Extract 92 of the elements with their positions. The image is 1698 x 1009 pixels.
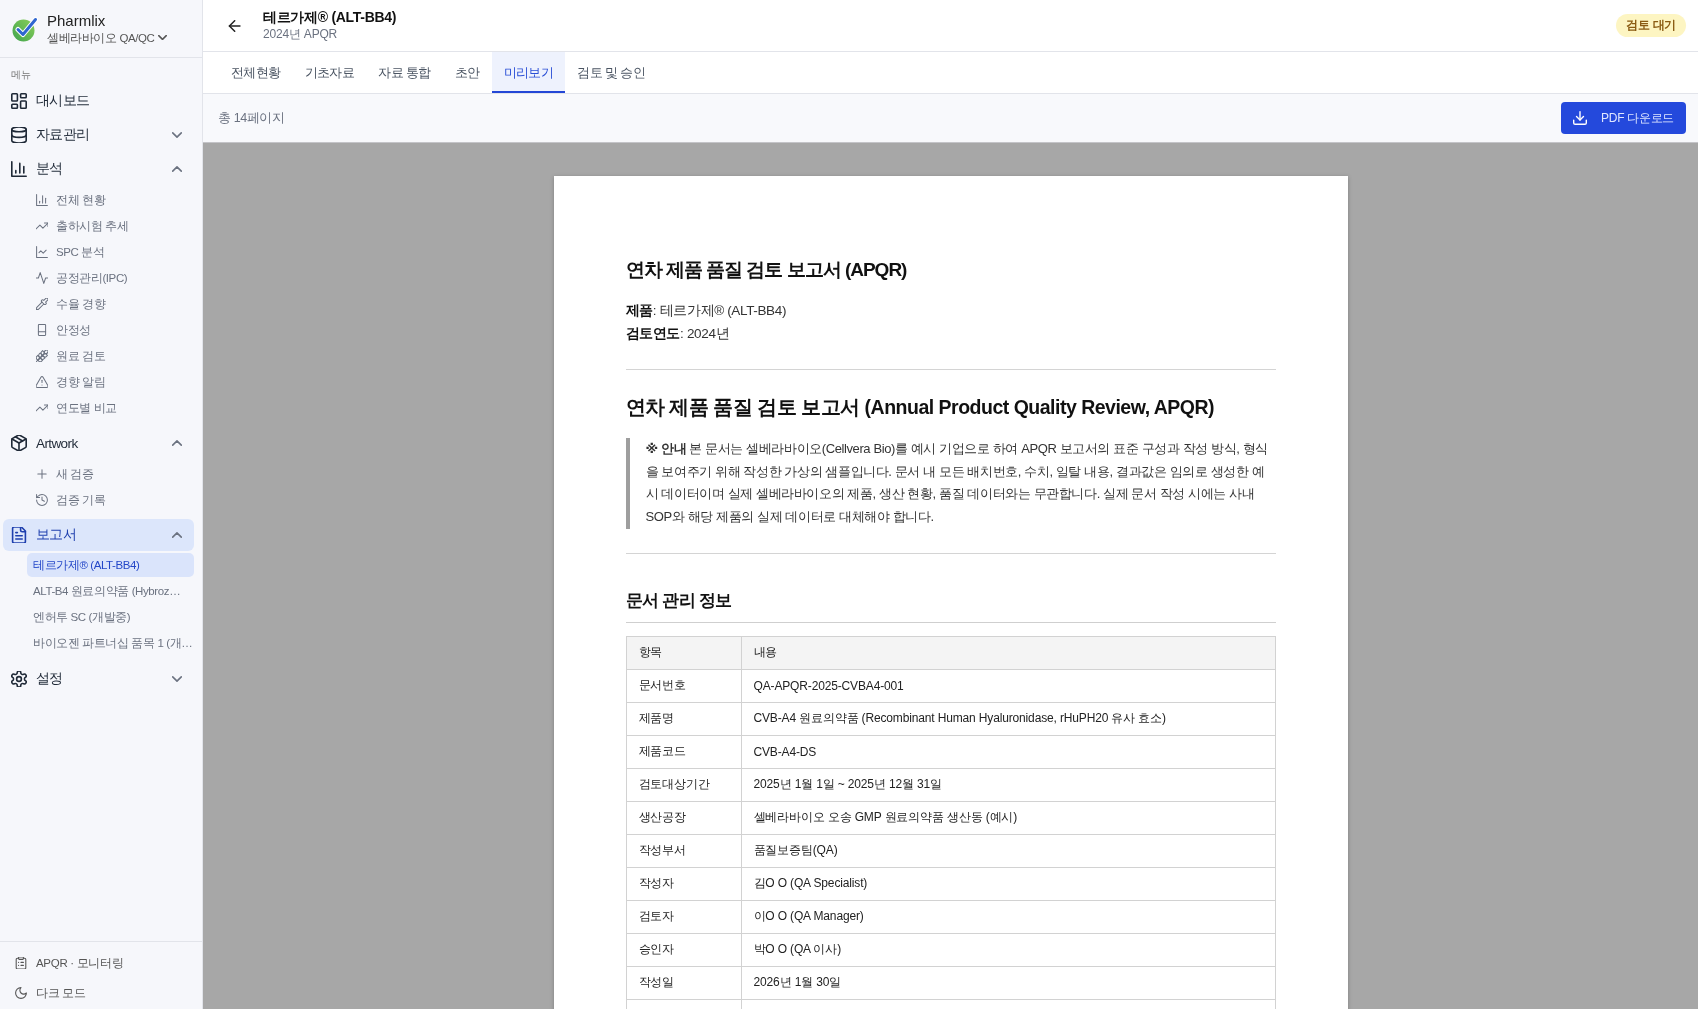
tab[interactable]: 미리보기 — [491, 52, 566, 93]
table-cell: CVB-A4-DS — [741, 735, 1275, 769]
line-chart-icon — [36, 246, 48, 258]
pulse-icon — [36, 272, 48, 284]
table-header-cell: 항목 — [626, 636, 741, 670]
nav-subitem[interactable]: 원료 검토 — [3, 343, 194, 369]
notice-quote: ※ 안내 본 문서는 셀베라바이오(Cellvera Bio)를 예시 기업으로 하여 APQR 보고서의 표준 구성과 작성 방식, 형식을 보여주기 위해 작성한 가상의 샘플입니다. 문서 내 모든 배치번호, 수치, 일탈 내용, 결과값은 임의로 생성한 예시 데이터이며 실제 셀베라바이오의 제품, 생산 현황, 품질 데이터와는 무관합니다. 실제 문서 작성 시에는 사내 SOP와 해당 제품의 실제 데이터로 대체해야 합니다. — [625, 438, 1276, 529]
nav-item[interactable]: 보고서 — [3, 519, 194, 551]
workspace-switcher[interactable]: 셀베라바이오 QA/QC — [47, 29, 168, 46]
table-cell: 승인자 — [626, 933, 741, 967]
document-title: 연차 제품 품질 검토 보고서 (APQR) — [625, 258, 908, 282]
tab[interactable]: 전체현황 — [219, 52, 293, 93]
nav-subitem[interactable]: 공정관리(IPC) — [3, 265, 194, 291]
table-cell: 품질보증팀(QA) — [741, 834, 1275, 868]
footer-link[interactable]: 다크 모드 — [0, 978, 202, 1008]
settings-icon — [11, 671, 27, 687]
database-icon — [11, 127, 27, 143]
table-cell: 검토대상기간 — [626, 768, 741, 802]
tab[interactable]: 자료 통합 — [366, 52, 443, 93]
table-cell: 2025년 1월 1일 ~ 2025년 12월 31일 — [741, 768, 1275, 802]
meta-line: 검토연도: 2024년 — [625, 325, 731, 343]
table-cell: 제품코드 — [626, 735, 741, 769]
plus-icon — [36, 468, 48, 480]
tab[interactable]: 검토 및 승인 — [565, 52, 658, 93]
bar-chart-icon — [11, 161, 27, 177]
nav-subitem[interactable]: 경향 알림 — [3, 369, 194, 395]
jar-icon — [36, 324, 48, 336]
nav-item[interactable]: 대시보드 — [3, 85, 194, 117]
table-cell: 작성부서 — [626, 834, 741, 868]
report-item[interactable]: 테르가제® (ALT-BB4) — [27, 553, 194, 577]
document-heading: 연차 제품 품질 검토 보고서 (Annual Product Quality Review, APQR) — [625, 395, 1216, 420]
table-cell: 생산공장 — [626, 801, 741, 835]
table-cell: 셀베라바이오 오송 GMP 원료의약품 생산동 (예시) — [741, 801, 1275, 835]
table-header-cell: 내용 — [741, 636, 1275, 670]
report-item[interactable]: 엔허투 SC (개발중) — [27, 605, 194, 629]
page-subtitle: 2024년 APQR — [263, 26, 339, 43]
moon-icon — [15, 987, 27, 999]
chevron-down-icon[interactable] — [172, 676, 182, 682]
report-item[interactable]: ALT-B4 원료의약품 (Hybroz… — [27, 579, 194, 603]
chevron-up-icon[interactable] — [172, 166, 182, 172]
document-icon — [11, 527, 27, 543]
download-icon — [1573, 111, 1588, 125]
table-cell: 제품명 — [626, 702, 741, 736]
chevron-down-icon — [158, 35, 168, 40]
table-cell: CVB-A4 원료의약품 (Recombinant Human Hyaluronidase, rHuPH20 유사 효소) — [741, 702, 1275, 736]
nav-subitem[interactable]: 연도별 비교 — [3, 395, 194, 421]
tab[interactable]: 초안 — [442, 52, 492, 93]
report-item[interactable]: 바이오젠 파트너십 품목 1 (개… — [27, 631, 194, 655]
nav-item[interactable]: Artwork — [3, 427, 194, 459]
table-cell: 작성일 — [626, 966, 741, 1000]
trend-up-icon — [36, 220, 48, 232]
trend-up-icon — [36, 402, 48, 414]
brand-name: Pharmlix — [47, 11, 106, 30]
table-cell: 검토자 — [626, 900, 741, 934]
warning-icon — [36, 376, 48, 388]
nav-subitem[interactable]: SPC 분석 — [3, 239, 194, 265]
pdf-download-button[interactable]: PDF 다운로드 — [1561, 102, 1686, 134]
history-icon — [36, 494, 48, 506]
status-badge: 검토 대기 — [1616, 14, 1686, 37]
page-title: 테르가제® (ALT-BB4) — [263, 8, 397, 26]
nav-subitem[interactable]: 검증 기록 — [3, 487, 194, 513]
menu-label: 메뉴 — [10, 68, 32, 82]
wheat-icon — [36, 350, 48, 362]
table-cell: 박O O (QA 이사) — [741, 933, 1275, 967]
chevron-up-icon[interactable] — [172, 532, 182, 538]
clipboard-icon — [15, 957, 27, 969]
table-cell: 이O O (QA Manager) — [741, 900, 1275, 934]
nav-item[interactable]: 자료관리 — [3, 119, 194, 151]
bar-chart-icon — [36, 194, 48, 206]
footer-link[interactable]: APQR · 모니터링 — [0, 948, 202, 978]
table-cell: 문서번호 — [626, 669, 741, 703]
layout-grid-icon — [11, 93, 27, 109]
nav-subitem[interactable]: 수율 경향 — [3, 291, 194, 317]
meta-line: 제품: 테르가제® (ALT-BB4) — [625, 302, 788, 320]
nav-subitem[interactable]: 새 검증 — [3, 461, 194, 487]
nav-item[interactable]: 분석 — [3, 153, 194, 185]
pipette-icon — [36, 298, 48, 310]
nav-item[interactable]: 설정 — [3, 663, 194, 695]
chevron-down-icon[interactable] — [172, 132, 182, 138]
table-cell: 2026년 1월 30일 — [741, 966, 1275, 1000]
table-cell: 김O O (QA Specialist) — [741, 867, 1275, 901]
package-icon — [11, 435, 27, 451]
page-count: 총 14페이지 — [218, 109, 285, 127]
table-cell: QA-APQR-2025-CVBA4-001 — [741, 669, 1275, 703]
logo-icon — [12, 15, 38, 42]
nav-subitem[interactable]: 출하시험 추세 — [3, 213, 194, 239]
tab[interactable]: 기초자료 — [292, 52, 367, 93]
table-cell: 작성자 — [626, 867, 741, 901]
section-title: 문서 관리 정보 — [625, 587, 1276, 623]
nav-subitem[interactable]: 전체 현황 — [3, 187, 194, 213]
nav-subitem[interactable]: 안정성 — [3, 317, 194, 343]
chevron-up-icon[interactable] — [172, 440, 182, 446]
